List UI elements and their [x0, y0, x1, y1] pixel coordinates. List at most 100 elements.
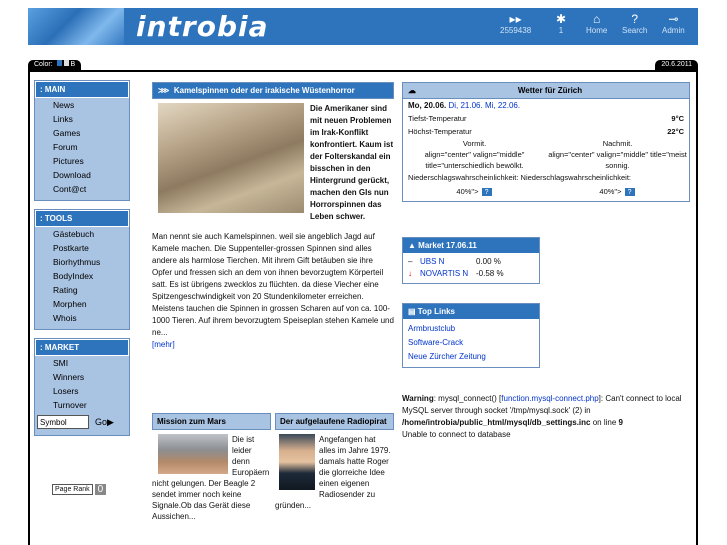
- pagerank-value: 0: [94, 483, 107, 495]
- weather-min-label: Tiefst-Temperatur: [408, 114, 467, 123]
- weather-day-links[interactable]: Di, 21.06. Mi, 22.06.: [448, 100, 520, 111]
- sidebar-item-whois[interactable]: Whois: [35, 311, 129, 325]
- sidebar: : MAIN News Links Games Forum Pictures D…: [34, 80, 130, 444]
- sidebar-market-title: : MARKET: [35, 339, 129, 356]
- article-title[interactable]: Kamelspinnen oder der irakische Wüstenho…: [174, 86, 355, 95]
- warning-label: Warning: [402, 394, 434, 403]
- chevrons-icon: ⋙: [158, 86, 170, 95]
- market-change: 0.00 %: [476, 257, 501, 266]
- weather-rain-label: Niederschlagswahrscheinlichkeit: Nieders…: [408, 173, 632, 182]
- weather-header: ☁ Wetter für Zürich: [403, 83, 689, 99]
- home-icon: ⌂: [593, 12, 601, 26]
- weather-max-label: Höchst-Temperatur: [408, 127, 472, 136]
- warning-tail: Unable to connect to database: [402, 430, 511, 439]
- sidebar-item-bodyindex[interactable]: BodyIndex: [35, 269, 129, 283]
- warning-path: /home/introbia/public_html/mysql/db_sett…: [402, 418, 591, 427]
- sidebar-item-download[interactable]: Download: [35, 168, 129, 182]
- sidebar-item-biorhythmus[interactable]: Biorhythmus: [35, 255, 129, 269]
- folder-icon: ▤: [408, 307, 416, 316]
- question-icon: ?: [623, 187, 636, 197]
- teaser-mars-title[interactable]: Mission zum Mars: [152, 413, 271, 430]
- nav-admin[interactable]: ⊸ Admin: [662, 12, 685, 35]
- sidebar-item-postkarte[interactable]: Postkarte: [35, 241, 129, 255]
- portrait-image: [279, 434, 315, 490]
- color-option-grey[interactable]: [63, 60, 69, 66]
- sidebar-item-turnover[interactable]: Turnover: [35, 398, 129, 412]
- nav-home[interactable]: ⌂ Home: [586, 12, 607, 35]
- sidebar-item-forum[interactable]: Forum: [35, 140, 129, 154]
- top-link[interactable]: Software-Crack: [403, 336, 539, 350]
- weather-col2-title: Nachmit.: [602, 139, 633, 148]
- article-text: Man nennt sie auch Kamelspinnen. weil si…: [152, 232, 394, 337]
- teaser-row: Mission zum Mars Die ist leider denn Eur…: [152, 413, 394, 522]
- color-option-b[interactable]: B: [71, 61, 76, 68]
- sidebar-item-contact[interactable]: Cont@ct: [35, 182, 129, 196]
- read-more-link[interactable]: [mehr]: [152, 340, 175, 349]
- sidebar-tools-title: : TOOLS: [35, 210, 129, 227]
- key-icon: ⊸: [668, 12, 679, 26]
- sidebar-tools: : TOOLS Gästebuch Postkarte Biorhythmus …: [34, 209, 130, 330]
- article-header: ⋙ Kamelspinnen oder der irakische Wüsten…: [152, 82, 394, 99]
- main-article: ⋙ Kamelspinnen oder der irakische Wüsten…: [152, 82, 394, 351]
- nav-counter: ▸▸ 2559438: [500, 12, 532, 35]
- sidebar-item-pictures[interactable]: Pictures: [35, 154, 129, 168]
- sidebar-main: : MAIN News Links Games Forum Pictures D…: [34, 80, 130, 201]
- weather-col1-desc: align="center" valign="middle" title="un…: [424, 150, 525, 170]
- nav-online-users: ✱ 1: [556, 12, 567, 35]
- mars-rover-image: [158, 434, 228, 474]
- teaser-pirat: Der aufgelaufene Radiopirat Angefangen h…: [275, 413, 394, 522]
- warning-doc-link[interactable]: function.mysql-connect.php: [501, 394, 598, 403]
- pagerank-label: Page Rank: [52, 483, 93, 495]
- sidebar-item-games[interactable]: Games: [35, 126, 129, 140]
- color-switcher: Color: B: [28, 60, 82, 70]
- sidebar-item-morphen[interactable]: Morphen: [35, 297, 129, 311]
- weather-min-value: 9°C: [671, 114, 684, 123]
- top-link[interactable]: Armbrustclub: [403, 322, 539, 336]
- weather-max-value: 22°C: [667, 127, 684, 136]
- sidebar-item-links[interactable]: Links: [35, 112, 129, 126]
- sidebar-market: : MARKET SMI Winners Losers Turnover Go▶: [34, 338, 130, 436]
- play-icon: ▶: [107, 416, 114, 427]
- arrow-down-icon: ↓: [408, 269, 412, 278]
- color-option-blue[interactable]: [56, 60, 62, 66]
- php-warning: Warning: mysql_connect() [function.mysql…: [402, 394, 682, 439]
- question-icon: ?: [480, 187, 493, 197]
- market-change: -0.58 %: [476, 269, 504, 278]
- dash-icon: –: [408, 257, 413, 266]
- weather-title: Wetter für Zürich: [517, 86, 583, 95]
- nav-search[interactable]: ? Search: [622, 12, 647, 35]
- warning-line: 9: [618, 418, 623, 427]
- site-logo[interactable]: introbia: [136, 10, 269, 43]
- top-links-header: ▤ Top Links: [403, 304, 539, 319]
- market-symbol[interactable]: UBS N: [420, 256, 476, 268]
- person-icon: ✱: [556, 12, 567, 26]
- teaser-mars: Mission zum Mars Die ist leider denn Eur…: [152, 413, 271, 522]
- weather-day-current: Mo, 20.06.: [408, 101, 447, 110]
- chart-icon: ▲: [408, 241, 416, 250]
- market-row: – UBS N 0.00 %: [403, 256, 539, 268]
- market-box: ▲ Market 17.06.11 – UBS N 0.00 % ↓ NOVAR…: [402, 237, 540, 284]
- market-header: ▲ Market 17.06.11: [403, 238, 539, 253]
- site-header: introbia ▸▸ 2559438 ✱ 1 ⌂ Home ? Search …: [28, 8, 698, 45]
- sidebar-item-smi[interactable]: SMI: [35, 356, 129, 370]
- teaser-pirat-title[interactable]: Der aufgelaufene Radiopirat: [275, 413, 394, 430]
- weather-col1-title: Vormit.: [462, 139, 487, 148]
- sidebar-main-title: : MAIN: [35, 81, 129, 98]
- article-image: [158, 103, 304, 213]
- weather-col2-desc: align="center" valign="middle" title="me…: [548, 150, 687, 170]
- sidebar-item-gaestebuch[interactable]: Gästebuch: [35, 227, 129, 241]
- top-bar: Color: B 20.6.2011: [28, 60, 698, 70]
- go-button[interactable]: Go▶: [95, 417, 114, 428]
- weather-icon: ☁: [408, 86, 416, 95]
- sidebar-item-winners[interactable]: Winners: [35, 370, 129, 384]
- arrows-icon: ▸▸: [509, 12, 522, 26]
- symbol-input[interactable]: [37, 415, 89, 429]
- sidebar-item-rating[interactable]: Rating: [35, 283, 129, 297]
- top-link[interactable]: Neue Zürcher Zeitung: [403, 350, 539, 364]
- sidebar-item-news[interactable]: News: [35, 98, 129, 112]
- pagerank-badge[interactable]: Page Rank 0: [52, 481, 114, 497]
- market-symbol[interactable]: NOVARTIS N: [420, 268, 476, 280]
- top-links-title: Top Links: [417, 307, 455, 316]
- weather-rain-1: 40%">: [456, 187, 479, 196]
- sidebar-item-losers[interactable]: Losers: [35, 384, 129, 398]
